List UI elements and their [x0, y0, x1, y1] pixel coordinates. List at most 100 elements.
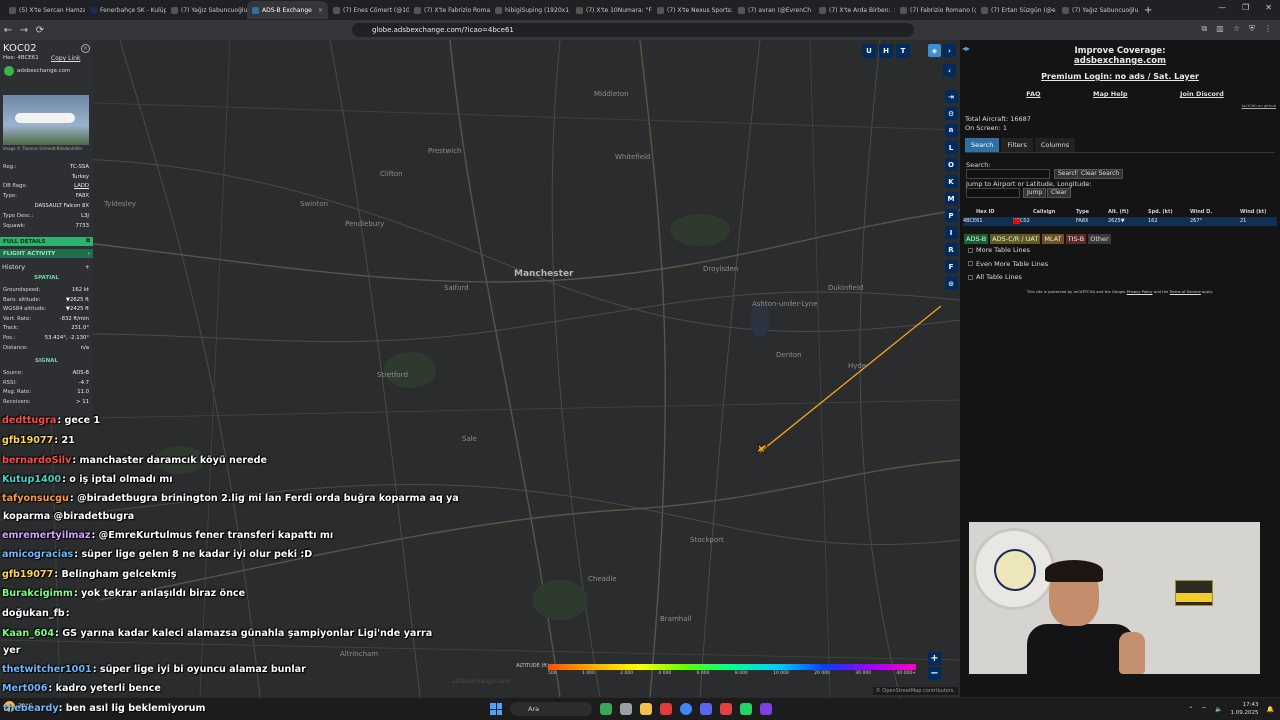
map-side-button[interactable]: R [944, 243, 958, 256]
terms-link[interactable]: Terms of Service [1170, 289, 1201, 294]
widgets-icon[interactable] [600, 703, 612, 715]
browser-tab[interactable]: (7) X'te Arda Birben:× [814, 1, 895, 19]
person-icon[interactable]: ⍝ [944, 124, 958, 137]
minimize-icon[interactable]: — [1218, 3, 1226, 12]
new-tab-button[interactable]: + [1144, 5, 1152, 16]
help-link[interactable]: Map Help [1093, 90, 1128, 98]
improve-link[interactable]: adsbexchange.com [960, 56, 1280, 66]
tray-chevron-icon[interactable]: ⌃ [1188, 706, 1193, 713]
tab-columns[interactable]: Columns [1034, 138, 1076, 152]
follow-icon[interactable]: ⊙ [944, 277, 958, 290]
browser-tab[interactable]: hibigiSuping (1920x1× [490, 1, 571, 19]
improve-coverage[interactable]: Improve Coverage: adsbexchange.com [960, 46, 1280, 66]
taskbar-search[interactable]: Ara [510, 702, 592, 716]
map-toggle-button[interactable]: H [879, 44, 893, 58]
settings-icon[interactable]: ⚙ [944, 107, 958, 120]
close-window-icon[interactable]: ✕ [1265, 3, 1272, 12]
map-side-button[interactable]: P [944, 209, 958, 222]
windows-start-icon[interactable] [490, 703, 502, 715]
browser-tab[interactable]: ADS-B Exchange × [247, 1, 328, 19]
jump-button[interactable]: Jump [1023, 188, 1047, 198]
back-arrow-icon[interactable]: ‹ [943, 64, 956, 77]
task-view-icon[interactable] [620, 703, 632, 715]
privacy-policy-link[interactable]: Privacy Policy [1127, 289, 1153, 294]
table-header-cell[interactable]: Callsign [1033, 209, 1055, 215]
jump-input[interactable] [966, 188, 1020, 198]
map-side-button[interactable]: F [944, 260, 958, 273]
volume-icon[interactable]: 🔈 [1215, 706, 1222, 713]
full-details-button[interactable]: FULL DETAILS ⧉ [0, 237, 93, 246]
history-row[interactable]: History + [2, 263, 90, 271]
map-side-button[interactable]: O [944, 158, 958, 171]
aircraft-icon[interactable] [753, 441, 770, 458]
browser-tab[interactable]: (7) avran (@EvrenCh× [733, 1, 814, 19]
tab-search[interactable]: Search [965, 138, 1000, 152]
map-side-button[interactable]: I [944, 226, 958, 239]
back-icon[interactable]: ← [0, 25, 16, 36]
reload-icon[interactable]: ⟳ [32, 25, 48, 36]
browser-tab[interactable]: (7) Ertan Süzgün (@e× [976, 1, 1057, 19]
discord-icon[interactable] [700, 703, 712, 715]
app-icon[interactable] [720, 703, 732, 715]
table-header-cell[interactable]: Spd. (kt) [1148, 209, 1173, 215]
zoom-out-button[interactable]: − [928, 667, 941, 680]
browser-tab[interactable]: Fenerbahçe SK - Kulüp× [85, 1, 166, 19]
browser-tab[interactable]: (7) X'te 10Numara: "F× [571, 1, 652, 19]
clear-search-button[interactable]: Clear Search [1077, 169, 1124, 179]
aircraft-photo[interactable] [3, 95, 89, 145]
whatsapp-icon[interactable] [740, 703, 752, 715]
dbflags-value[interactable]: LADD [74, 183, 89, 189]
browser-tab[interactable]: (7) Enes Cömert (@10× [328, 1, 409, 19]
close-icon[interactable]: × [81, 44, 90, 53]
chrome-icon[interactable] [680, 703, 692, 715]
table-lines-checkbox[interactable]: More Table Lines [968, 246, 1030, 254]
browser-tab[interactable]: (7) Yağız Sabuncuoğlu× [166, 1, 247, 19]
browser-tab[interactable]: (7) Yağız Sabuncuoğlu× [1057, 1, 1138, 19]
menu-icon[interactable]: ⋮ [1264, 24, 1272, 34]
browser-tab[interactable]: (7) X'te Fabrizio Romano× [409, 1, 490, 19]
extensions-icon[interactable]: ⧉ [1202, 24, 1208, 34]
checkbox-box[interactable] [968, 274, 973, 280]
table-header-cell[interactable]: Wind D. [1190, 209, 1212, 215]
notification-icon[interactable]: 🔔 [1267, 706, 1274, 713]
clock[interactable]: 17:43 1.09.2025 [1231, 701, 1259, 717]
map-toggle-button[interactable]: U [862, 44, 876, 58]
premium-login-link[interactable]: Premium Login: no ads / Sat. Layer [960, 72, 1280, 81]
map-toggle-button[interactable]: T [896, 44, 910, 58]
sidebar-icon[interactable]: ▥ [1216, 24, 1224, 34]
browser-tab[interactable]: (7) X'te Nexus Sports:× [652, 1, 733, 19]
map-side-button[interactable]: M [944, 192, 958, 205]
table-header-cell[interactable]: Wind (kt) [1240, 209, 1266, 215]
table-header-cell[interactable]: Type [1076, 209, 1089, 215]
layers-icon[interactable]: ◈ [928, 44, 941, 57]
browser-tab[interactable]: (7) Fabrizio Romano (@× [895, 1, 976, 19]
browser-tab[interactable]: (5) X'te Sercan Hamzaoğlu× [4, 1, 85, 19]
flight-activity-button[interactable]: FLIGHT ACTIVITY › [0, 249, 93, 258]
help-link[interactable]: FAQ [1026, 90, 1040, 98]
brave-browser-icon[interactable] [660, 703, 672, 715]
clear-button[interactable]: Clear [1047, 188, 1071, 198]
url-field[interactable]: globe.adsbexchange.com/?icao=4bce61 [352, 23, 914, 37]
network-icon[interactable]: ⌔ [1201, 705, 1207, 713]
github-link[interactable]: tar1090 on github [1242, 103, 1276, 108]
tab-filters[interactable]: Filters [1001, 138, 1033, 152]
tab-close-icon[interactable]: × [318, 7, 323, 14]
source-site[interactable]: adsbexchange.com [4, 66, 70, 76]
search-input[interactable] [966, 169, 1050, 179]
help-link[interactable]: Join Discord [1180, 90, 1224, 98]
map-attribution[interactable]: © OpenStreetMap contributors. [872, 687, 958, 695]
table-lines-checkbox[interactable]: All Table Lines [968, 273, 1022, 281]
forward-icon[interactable]: → [16, 25, 32, 36]
bookmark-icon[interactable]: ☆ [1233, 24, 1240, 34]
table-lines-checkbox[interactable]: Even More Table Lines [968, 260, 1048, 268]
table-header-cell[interactable]: Alt. (ft) [1108, 209, 1129, 215]
map-side-button[interactable]: K [944, 175, 958, 188]
checkbox-box[interactable] [968, 261, 973, 266]
fullscreen-icon[interactable]: ⇥ [944, 90, 958, 103]
shield-icon[interactable]: ⛨ [1249, 24, 1255, 34]
next-arrow-icon[interactable]: › [943, 44, 956, 57]
zoom-in-button[interactable]: + [928, 652, 941, 665]
copy-link[interactable]: Copy Link [51, 55, 80, 62]
map-side-button[interactable]: L [944, 141, 958, 154]
table-row[interactable]: 4BCE61 KOC02 FA8X 2625▼ 162 267° 21 [963, 217, 1277, 226]
